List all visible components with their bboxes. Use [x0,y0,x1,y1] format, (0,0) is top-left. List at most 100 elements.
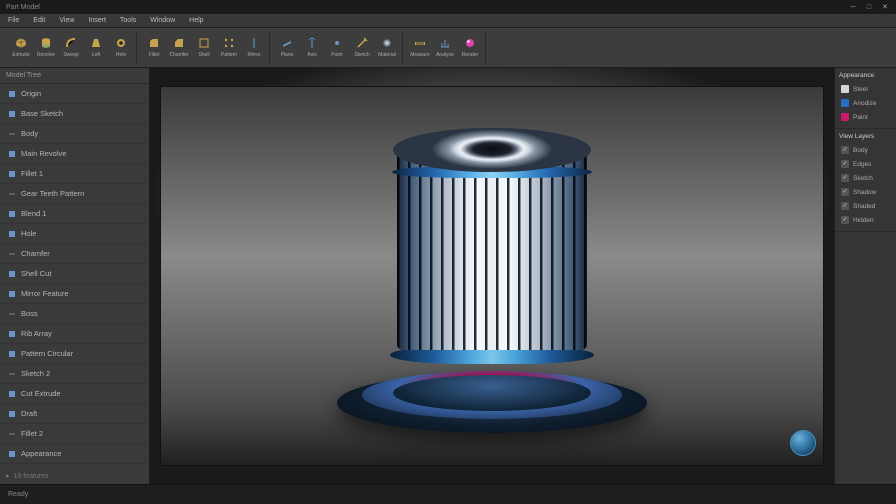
tree-item[interactable]: Chamfer [0,244,149,264]
layers-section-title: View Layers [839,133,892,140]
plane-icon [280,36,294,50]
tree-item-label: Cut Extrude [21,389,61,398]
menu-file[interactable]: File [8,17,19,24]
ribbon-material[interactable]: Material [376,31,398,63]
tree-item[interactable]: Fillet 1 [0,164,149,184]
feature-icon [8,310,16,318]
menu-tools[interactable]: Tools [120,17,136,24]
ribbon-mirror[interactable]: Mirror [243,31,265,63]
feature-icon [8,450,16,458]
tree-item[interactable]: Boss [0,304,149,324]
menu-help[interactable]: Help [189,17,203,24]
gear-cylinder [397,128,587,378]
shell-icon [197,36,211,50]
appearance-item[interactable]: Steel [839,82,892,96]
layer-item[interactable]: ✓Shaded [839,199,892,213]
checkbox-icon: ✓ [841,160,849,168]
ribbon-shell[interactable]: Shell [193,31,215,63]
tree-item[interactable]: Rib Array [0,324,149,344]
ribbon-measure[interactable]: Measure [409,31,431,63]
tree-item[interactable]: Main Revolve [0,144,149,164]
checkbox-icon: ✓ [841,202,849,210]
tree-item-label: Shell Cut [21,269,51,278]
feature-icon [8,350,16,358]
menu-window[interactable]: Window [150,17,175,24]
checkbox-icon: ✓ [841,216,849,224]
appearance-item[interactable]: Anodize [839,96,892,110]
ribbon-revolve[interactable]: Revolve [35,31,57,63]
tree-item-label: Boss [21,309,38,318]
tree-item-label: Base Sketch [21,109,63,118]
app-logo-icon [790,430,816,456]
close-button[interactable]: ✕ [880,2,890,12]
tree-item[interactable]: Pattern Circular [0,344,149,364]
ribbon-loft[interactable]: Loft [85,31,107,63]
menu-insert[interactable]: Insert [88,17,106,24]
color-swatch-icon [841,113,849,121]
feature-icon [8,430,16,438]
tree-item-label: Mirror Feature [21,289,69,298]
render-icon [463,36,477,50]
feature-icon [8,230,16,238]
maximize-button[interactable]: □ [864,2,874,12]
analyze-icon [438,36,452,50]
status-bar: Ready [0,484,896,504]
3d-viewport[interactable] [150,68,834,484]
model-tree-panel: Model Tree OriginBase SketchBodyMain Rev… [0,68,150,484]
tree-item[interactable]: Appearance [0,444,149,464]
minimize-button[interactable]: ─ [848,2,858,12]
tree-item[interactable]: Shell Cut [0,264,149,284]
tree-item-label: Hole [21,229,36,238]
tree-item[interactable]: Draft [0,404,149,424]
layer-item[interactable]: ✓Body [839,143,892,157]
ribbon-chamfer[interactable]: Chamfer [168,31,190,63]
tree-item-label: Appearance [21,449,61,458]
appearance-item[interactable]: Paint [839,110,892,124]
menu-view[interactable]: View [59,17,74,24]
ribbon-point[interactable]: Point [326,31,348,63]
ribbon-render[interactable]: Render [459,31,481,63]
feature-icon [8,210,16,218]
menu-edit[interactable]: Edit [33,17,45,24]
feature-icon [8,330,16,338]
tree-item[interactable]: Hole [0,224,149,244]
ribbon-pattern[interactable]: Pattern [218,31,240,63]
tree-item-label: Fillet 2 [21,429,43,438]
viewport-canvas[interactable] [160,86,824,466]
tree-item[interactable]: Cut Extrude [0,384,149,404]
gear-model[interactable] [322,98,662,438]
ribbon-sweep[interactable]: Sweep [60,31,82,63]
ribbon-analyze[interactable]: Analyze [434,31,456,63]
tree-item[interactable]: Sketch 2 [0,364,149,384]
tree-item-label: Fillet 1 [21,169,43,178]
ribbon-sketch[interactable]: Sketch [351,31,373,63]
tree-item[interactable]: Origin [0,84,149,104]
feature-icon [8,410,16,418]
axis-icon [305,36,319,50]
cylinder-icon [39,36,53,50]
tree-item[interactable]: Fillet 2 [0,424,149,444]
fillet-icon [147,36,161,50]
loft-icon [89,36,103,50]
material-icon [380,36,394,50]
tree-item-label: Body [21,129,38,138]
color-swatch-icon [841,99,849,107]
layer-item[interactable]: ✓Hidden [839,213,892,227]
tree-item[interactable]: Blend 1 [0,204,149,224]
tree-item[interactable]: Body [0,124,149,144]
ribbon-extrude[interactable]: Extrude [10,31,32,63]
tree-item[interactable]: Base Sketch [0,104,149,124]
tree-item[interactable]: Gear Teeth Pattern [0,184,149,204]
tree-item[interactable]: Mirror Feature [0,284,149,304]
title-bar: Part Model ─ □ ✕ [0,0,896,14]
layer-item[interactable]: ✓Shadow [839,185,892,199]
layer-item[interactable]: ✓Sketch [839,171,892,185]
pattern-icon [222,36,236,50]
ribbon-hole[interactable]: Hole [110,31,132,63]
ribbon-plane[interactable]: Plane [276,31,298,63]
ribbon-axis[interactable]: Axis [301,31,323,63]
ribbon-fillet[interactable]: Fillet [143,31,165,63]
layer-item[interactable]: ✓Edges [839,157,892,171]
tree-item-label: Origin [21,89,41,98]
tree-item-label: Draft [21,409,37,418]
